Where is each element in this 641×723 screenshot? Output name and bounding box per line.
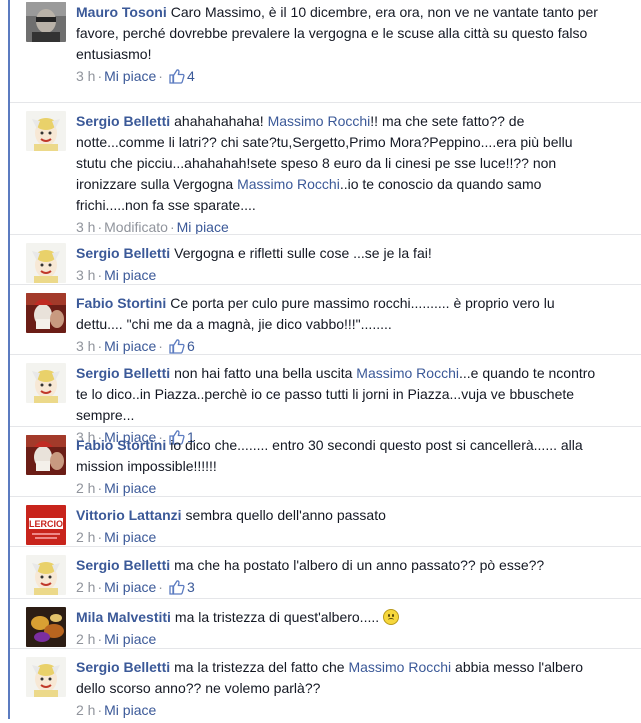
comment-author-link[interactable]: Mauro Tosoni xyxy=(76,4,167,20)
comment-text: Vergogna e rifletti sulle cose ...se je … xyxy=(174,245,432,261)
comment-author-link[interactable]: Sergio Belletti xyxy=(76,659,170,675)
mention-link[interactable]: Massimo Rocchi xyxy=(237,176,340,192)
comment-meta: 2 h · Mi piace xyxy=(76,699,601,723)
comment-text: sembra quello dell'anno passato xyxy=(185,507,386,523)
meta-separator: · xyxy=(97,338,103,354)
comment-item: Sergio Belletti ahahahahaha! Massimo Rocc… xyxy=(10,102,641,235)
comment-item: Sergio Belletti ma la tristezza del fatto… xyxy=(10,648,641,720)
mila-avatar[interactable] xyxy=(26,607,66,647)
comment-author-link[interactable]: Sergio Belletti xyxy=(76,113,170,129)
sergio-avatar[interactable] xyxy=(26,243,66,283)
meta-separator: · xyxy=(97,702,103,718)
comment-list: Mauro Tosoni Caro Massimo, è il 10 dicemb… xyxy=(10,0,641,720)
comment-body: Mauro Tosoni Caro Massimo, è il 10 dicemb… xyxy=(76,2,601,65)
like-link[interactable]: Mi piace xyxy=(104,702,156,718)
meta-separator: · xyxy=(97,267,103,283)
meta-separator: · xyxy=(97,219,103,235)
comment-text: ahahahahaha! xyxy=(174,113,268,129)
comment-timestamp[interactable]: 3 h xyxy=(76,68,95,84)
comment-body: Mila Malvestiti ma la tristezza di quest'… xyxy=(76,601,601,628)
comment-timestamp[interactable]: 2 h xyxy=(76,480,95,496)
comment-body: Vittorio Lattanzi sembra quello dell'anno… xyxy=(76,499,601,526)
comment-body: Sergio Belletti non hai fatto una bella u… xyxy=(76,357,601,426)
sergio-avatar[interactable] xyxy=(26,363,66,403)
svg-text:LERCIO: LERCIO xyxy=(29,519,63,529)
sergio-avatar[interactable] xyxy=(26,555,66,595)
comment-author-link[interactable]: Vittorio Lattanzi xyxy=(76,507,182,523)
frown-emoji-icon xyxy=(383,609,400,625)
comment-item: Fabio Stortini io dico che........ entro … xyxy=(10,426,641,496)
like-link[interactable]: Mi piace xyxy=(104,480,156,496)
like-link[interactable]: Mi piace xyxy=(104,631,156,647)
comment-body: Sergio Belletti ma che ha postato l'alber… xyxy=(76,549,601,576)
meta-separator: · xyxy=(97,480,103,496)
comment-timestamp[interactable]: 2 h xyxy=(76,529,95,545)
comment-body: Sergio Belletti ahahahahaha! Massimo Rocc… xyxy=(76,105,601,216)
comment-text: ma la tristezza di quest'albero..... xyxy=(174,609,380,625)
comment-timestamp[interactable]: 3 h xyxy=(76,338,95,354)
fabio-avatar[interactable] xyxy=(26,435,66,475)
comment-item: Mila Malvestiti ma la tristezza di quest'… xyxy=(10,598,641,648)
comment-text: non hai fatto una bella uscita xyxy=(174,365,357,381)
comment-body: Fabio Stortini Ce porta per culo pure mas… xyxy=(76,287,601,335)
like-link[interactable]: Mi piace xyxy=(104,68,156,84)
meta-separator: · xyxy=(97,68,103,84)
meta-separator: · xyxy=(158,579,163,595)
sergio-avatar[interactable] xyxy=(26,657,66,697)
comment-timestamp[interactable]: 3 h xyxy=(76,219,95,235)
comment-author-link[interactable]: Fabio Stortini xyxy=(76,295,166,311)
comment-author-link[interactable]: Sergio Belletti xyxy=(76,245,170,261)
comment-body: Sergio Belletti ma la tristezza del fatto… xyxy=(76,651,601,699)
meta-separator: · xyxy=(158,68,163,84)
comment-body: Fabio Stortini io dico che........ entro … xyxy=(76,429,601,477)
fabio-avatar[interactable] xyxy=(26,293,66,333)
meta-separator: · xyxy=(158,338,163,354)
like-link[interactable]: Mi piace xyxy=(104,267,156,283)
comment-item: LERCIO Vittorio Lattanzi sembra quello del… xyxy=(10,496,641,546)
like-link[interactable]: Mi piace xyxy=(104,529,156,545)
mention-link[interactable]: Massimo Rocchi xyxy=(348,659,451,675)
comment-item: Sergio Belletti Vergogna e rifletti sulle… xyxy=(10,234,641,284)
like-count[interactable]: 3 xyxy=(187,579,195,595)
comment-author-link[interactable]: Mila Malvestiti xyxy=(76,609,171,625)
comment-item: Sergio Belletti ma che ha postato l'alber… xyxy=(10,546,641,598)
meta-separator: · xyxy=(97,631,103,647)
meta-separator: · xyxy=(97,529,103,545)
meta-separator: · xyxy=(169,219,175,235)
comment-item: Sergio Belletti non hai fatto una bella u… xyxy=(10,354,641,445)
comment-item: Fabio Stortini Ce porta per culo pure mas… xyxy=(10,284,641,354)
comment-timestamp[interactable]: 2 h xyxy=(76,579,95,595)
comment-author-link[interactable]: Sergio Belletti xyxy=(76,557,170,573)
like-count[interactable]: 6 xyxy=(187,338,195,354)
comment-timestamp[interactable]: 2 h xyxy=(76,702,95,718)
comment-author-link[interactable]: Sergio Belletti xyxy=(76,365,170,381)
comment-timestamp[interactable]: 3 h xyxy=(76,267,95,283)
comment-body: Sergio Belletti Vergogna e rifletti sulle… xyxy=(76,237,601,264)
mention-link[interactable]: Massimo Rocchi xyxy=(268,113,371,129)
comment-text: ma che ha postato l'albero di un anno pa… xyxy=(174,557,545,573)
edited-label[interactable]: Modificato xyxy=(104,219,168,235)
vittorio-avatar[interactable]: LERCIO xyxy=(26,505,66,545)
like-link[interactable]: Mi piace xyxy=(177,219,229,235)
sergio-avatar[interactable] xyxy=(26,111,66,151)
meta-separator: · xyxy=(97,579,103,595)
like-link[interactable]: Mi piace xyxy=(104,579,156,595)
mauro-avatar[interactable] xyxy=(26,2,66,42)
comment-text: ma la tristezza del fatto che xyxy=(174,659,349,675)
mention-link[interactable]: Massimo Rocchi xyxy=(356,365,459,381)
like-count[interactable]: 4 xyxy=(187,68,195,84)
like-link[interactable]: Mi piace xyxy=(104,338,156,354)
comment-timestamp[interactable]: 2 h xyxy=(76,631,95,647)
comment-author-link[interactable]: Fabio Stortini xyxy=(76,437,166,453)
thumbs-up-icon[interactable] xyxy=(169,68,185,90)
comment-item: Mauro Tosoni Caro Massimo, è il 10 dicemb… xyxy=(10,0,641,102)
comment-meta: 2 h · Mi piace · 3 xyxy=(76,576,601,600)
comment-meta: 3 h · Mi piace · 4 xyxy=(76,65,601,89)
